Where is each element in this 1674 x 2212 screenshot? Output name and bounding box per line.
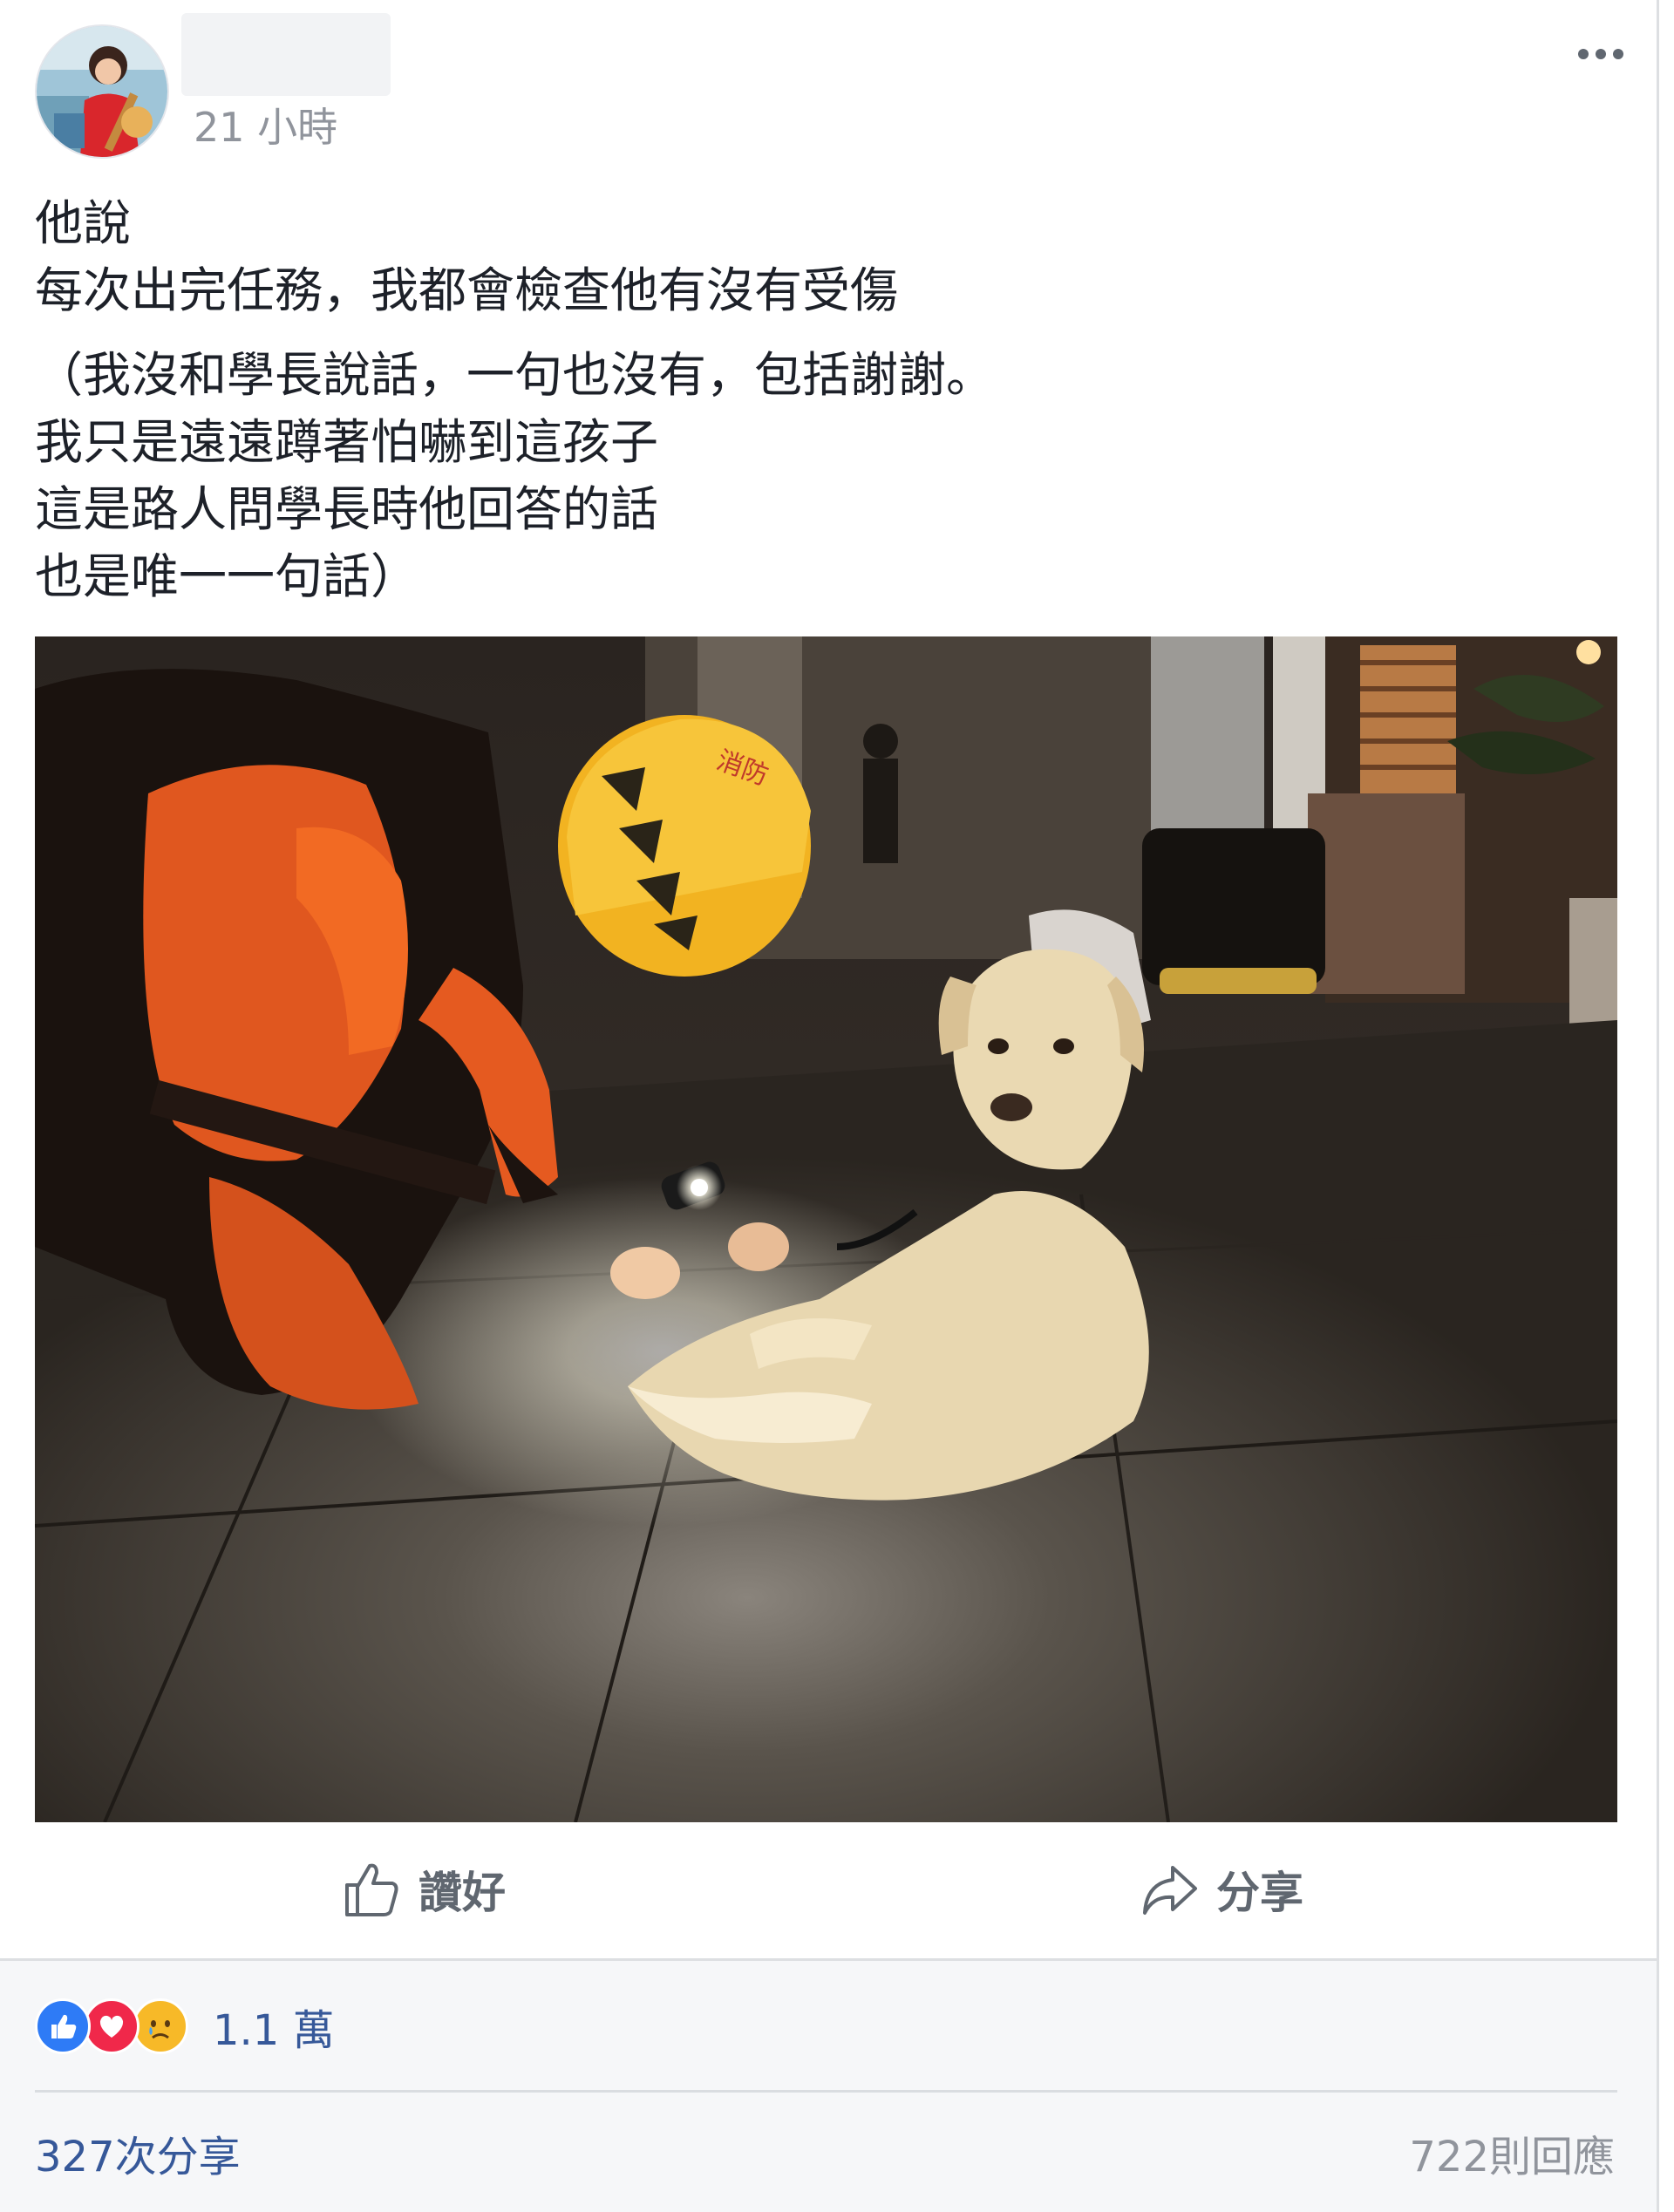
more-options-button[interactable] (1569, 33, 1632, 75)
avatar-image (37, 26, 167, 157)
post-timestamp[interactable]: 21 小時 (194, 101, 337, 153)
thumbs-up-icon (345, 1863, 398, 1916)
sad-reaction-icon (133, 1998, 188, 2054)
like-button-label: 讚好 (418, 1868, 506, 1918)
author-name-redacted (181, 13, 391, 96)
reaction-count: 1.1 萬 (213, 2006, 335, 2055)
reactions-summary[interactable]: 1.1 萬 (35, 1996, 335, 2057)
comment-count[interactable]: 722則回應 (1409, 2122, 1615, 2183)
rescuer-and-dog-photo: 消防 (35, 636, 1617, 1822)
like-button[interactable]: 讚好 (342, 1855, 506, 1923)
post-footer: 1.1 萬 327次分享 722則回應 (0, 1958, 1657, 2212)
post-text-line: 也是唯一一句話） (35, 548, 419, 604)
post-text-line: 我只是遠遠蹲著怕嚇到這孩子 (35, 414, 659, 470)
facebook-post: 21 小時 他說 每次出完任務，我都會檢查他有沒有受傷 （我沒和學長說話，一句也… (0, 0, 1659, 2212)
share-count[interactable]: 327次分享 (35, 2122, 241, 2183)
profile-avatar[interactable] (35, 24, 169, 159)
share-button-label: 分享 (1216, 1868, 1303, 1918)
share-arrow-icon (1143, 1866, 1197, 1915)
post-action-bar: 讚好 分享 (0, 1831, 1657, 1944)
love-reaction-icon (84, 1998, 140, 2054)
post-text-line: 這是路人問學長時他回答的話 (35, 481, 659, 537)
footer-divider (35, 2090, 1617, 2093)
more-options-icon (1578, 49, 1623, 59)
post-text-line: 每次出完任務，我都會檢查他有沒有受傷 (35, 262, 899, 318)
like-reaction-icon (35, 1998, 91, 2054)
post-message: 他說 每次出完任務，我都會檢查他有沒有受傷 （我沒和學長說話，一句也沒有，包括謝… (35, 190, 1604, 610)
post-text-line: 他說 (35, 195, 132, 251)
post-text-line: （我沒和學長說話，一句也沒有，包括謝謝。 (35, 347, 995, 403)
share-button[interactable]: 分享 (1140, 1855, 1303, 1923)
post-photo[interactable]: 消防 (35, 636, 1617, 1822)
